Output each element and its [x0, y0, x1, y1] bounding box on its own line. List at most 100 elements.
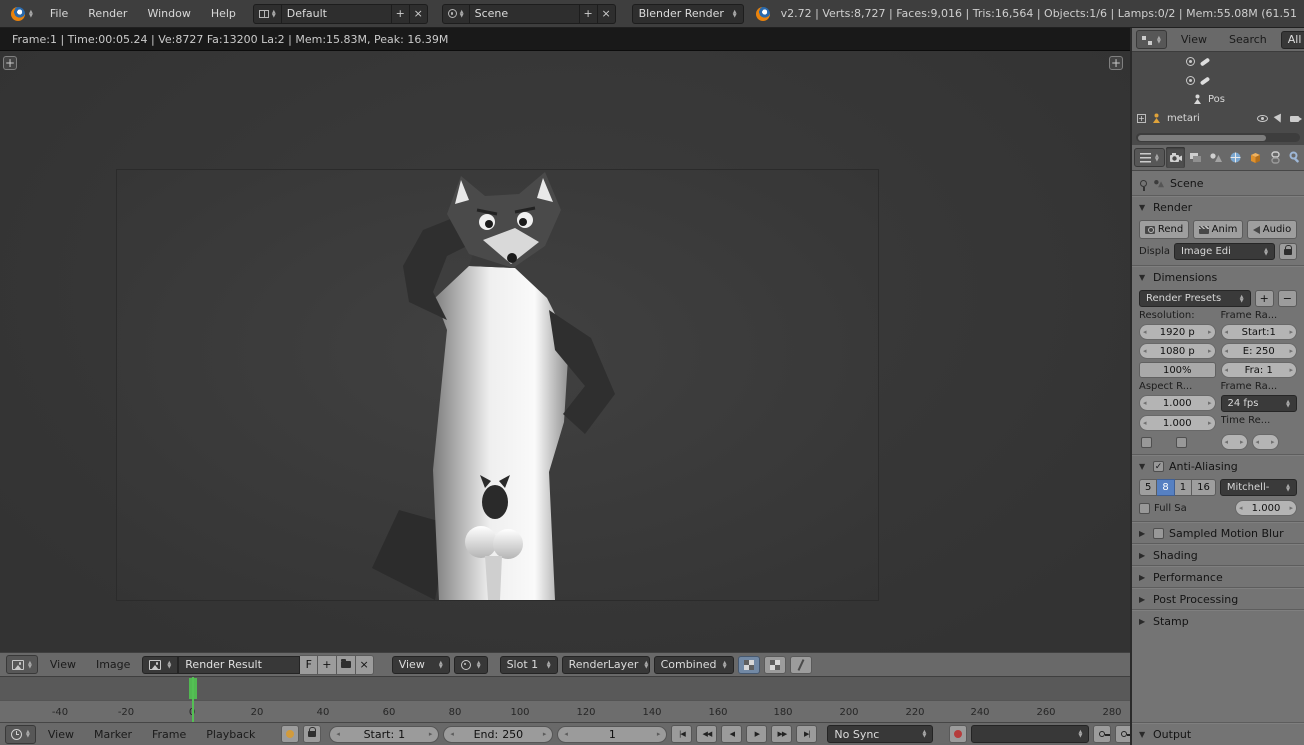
outliner-row-pose[interactable]: Pos [1132, 90, 1304, 109]
menu-help[interactable]: Help [202, 7, 245, 20]
menu-file[interactable]: File [41, 7, 77, 20]
current-frame-field[interactable]: ◂ 1 ▸ [557, 726, 667, 743]
sampled-motion-blur-panel-header[interactable]: ▶ Sampled Motion Blur [1132, 522, 1304, 544]
menu-window[interactable]: Window [138, 7, 199, 20]
menu-view[interactable]: View [1173, 33, 1215, 46]
record-button[interactable] [949, 725, 967, 743]
time-remap-old-field[interactable] [1221, 434, 1248, 450]
output-panel-header[interactable]: ▼ Output [1132, 723, 1304, 745]
aa-samples-11-button[interactable]: 1 [1175, 479, 1192, 496]
sync-mode-dropdown[interactable]: No Sync ▲▼ [827, 725, 933, 743]
timeline-area[interactable]: -40 -20 0 20 40 60 80 100 120 140 160 18… [0, 676, 1130, 722]
browse-image-button[interactable]: ▲▼ [142, 656, 178, 674]
image-name-field[interactable]: Render Result [178, 656, 300, 674]
insert-keyframe-button[interactable] [1093, 725, 1111, 743]
fake-user-button[interactable]: F [300, 655, 318, 675]
aspect-x-field[interactable]: 1.000 [1139, 395, 1216, 411]
open-image-button[interactable] [337, 655, 356, 675]
fps-dropdown[interactable]: 24 fps ▲▼ [1221, 395, 1298, 412]
aspect-y-field[interactable]: 1.000 [1139, 415, 1216, 431]
previous-keyframe-button[interactable]: ◀◀ [696, 725, 717, 743]
lock-interface-button[interactable] [1279, 243, 1297, 260]
crop-checkbox[interactable] [1176, 437, 1187, 448]
menu-image[interactable]: Image [88, 658, 138, 671]
outliner-row[interactable] [1132, 52, 1304, 71]
time-remap-new-field[interactable] [1252, 434, 1279, 450]
slot-dropdown[interactable]: Slot 1 ▲▼ [500, 656, 558, 674]
tab-render-layers[interactable] [1186, 147, 1205, 168]
remove-preset-button[interactable]: − [1278, 290, 1297, 307]
menu-render[interactable]: Render [79, 7, 136, 20]
editor-type-button[interactable]: ▲▼ [1134, 148, 1165, 167]
visibility-eye-icon[interactable] [1257, 115, 1268, 122]
decrement-icon[interactable]: ◂ [564, 730, 568, 738]
aa-samples-5-button[interactable]: 5 [1139, 479, 1157, 496]
menu-view[interactable]: View [42, 658, 84, 671]
border-checkbox[interactable] [1141, 437, 1152, 448]
editor-mode-dropdown[interactable]: View ▲▼ [392, 656, 450, 674]
aa-samples-8-button[interactable]: 8 [1157, 479, 1174, 496]
outliner-display-mode-dropdown[interactable]: All S [1281, 31, 1304, 49]
tab-world[interactable] [1226, 147, 1245, 168]
play-reverse-button[interactable]: ◀ [721, 725, 742, 743]
image-editor-viewport[interactable]: + + [0, 51, 1130, 652]
jump-to-start-button[interactable]: |◀ [671, 725, 692, 743]
render-pass-dropdown[interactable]: Combined ▲▼ [654, 656, 734, 674]
menu-search[interactable]: Search [1221, 33, 1275, 46]
browse-scenes-button[interactable]: ▲▼ [442, 4, 470, 24]
timeline-ruler[interactable]: -40 -20 0 20 40 60 80 100 120 140 160 18… [0, 700, 1130, 722]
performance-panel-header[interactable]: ▶ Performance [1132, 566, 1304, 588]
renderable-camera-icon[interactable] [1290, 116, 1299, 122]
frame-start-field[interactable]: ◂ Start:1 ▸ [329, 726, 439, 743]
frame-start-field[interactable]: Start:1 [1221, 324, 1298, 340]
add-scene-button[interactable]: + [580, 4, 598, 24]
tab-object[interactable] [1246, 147, 1265, 168]
draw-channel-alpha-button[interactable] [790, 656, 812, 674]
display-mode-dropdown[interactable]: Image Edi ▲▼ [1174, 243, 1275, 260]
tab-scene[interactable] [1206, 147, 1225, 168]
add-layout-button[interactable]: + [392, 4, 410, 24]
render-presets-dropdown[interactable]: Render Presets ▲▼ [1139, 290, 1251, 307]
lock-button[interactable] [303, 725, 321, 743]
frame-step-field[interactable]: Fra: 1 [1221, 362, 1298, 378]
next-keyframe-button[interactable]: ▶▶ [771, 725, 792, 743]
increment-icon[interactable]: ▸ [429, 730, 433, 738]
scene-name-field[interactable]: Scene [470, 4, 580, 24]
outliner-scrollbar[interactable] [1136, 133, 1300, 142]
selectable-cursor-icon[interactable] [1274, 113, 1285, 124]
blender-menu-button[interactable]: ▲▼ [5, 4, 39, 23]
tab-render[interactable] [1166, 147, 1185, 168]
new-image-button[interactable]: + [318, 655, 336, 675]
editor-type-button[interactable]: ▲▼ [6, 655, 38, 674]
draw-channel-color-button[interactable] [738, 656, 760, 674]
aa-samples-16-button[interactable]: 16 [1192, 479, 1216, 496]
decrement-icon[interactable]: ◂ [450, 730, 454, 738]
editor-type-button[interactable]: ▲▼ [1136, 30, 1167, 49]
outliner-row-metarig[interactable]: + metari [1132, 109, 1304, 128]
expand-region-icon[interactable]: + [1109, 56, 1123, 70]
keying-set-dropdown[interactable]: ▲▼ [971, 725, 1089, 743]
menu-frame[interactable]: Frame [144, 728, 194, 741]
delete-scene-button[interactable]: × [598, 4, 616, 24]
anti-aliasing-panel-header[interactable]: ▼ Anti-Aliasing [1132, 455, 1304, 477]
pin-icon[interactable] [1140, 180, 1147, 187]
sampled-motion-blur-checkbox[interactable] [1153, 528, 1164, 539]
resolution-x-field[interactable]: 1920 p [1139, 324, 1216, 340]
playhead-line[interactable] [192, 677, 194, 723]
full-sample-checkbox[interactable] [1139, 503, 1150, 514]
post-processing-panel-header[interactable]: ▶ Post Processing [1132, 588, 1304, 610]
expand-region-icon[interactable]: + [3, 56, 17, 70]
browse-layouts-button[interactable]: ▲▼ [253, 4, 282, 24]
aa-filter-dropdown[interactable]: Mitchell- ▲▼ [1220, 479, 1297, 496]
jump-to-end-button[interactable]: ▶| [796, 725, 817, 743]
menu-marker[interactable]: Marker [86, 728, 140, 741]
scrollbar-thumb[interactable] [1138, 135, 1266, 141]
resolution-y-field[interactable]: 1080 p [1139, 343, 1216, 359]
frame-end-field[interactable]: E: 250 [1221, 343, 1298, 359]
auto-keyframe-button[interactable] [281, 725, 299, 743]
outliner-row[interactable] [1132, 71, 1304, 90]
pivot-dropdown[interactable]: ▲▼ [454, 656, 488, 674]
render-audio-button[interactable]: Audio [1247, 220, 1297, 239]
render-layer-dropdown[interactable]: RenderLayer ▲▼ [562, 656, 650, 674]
render-animation-button[interactable]: Anim [1193, 220, 1243, 239]
